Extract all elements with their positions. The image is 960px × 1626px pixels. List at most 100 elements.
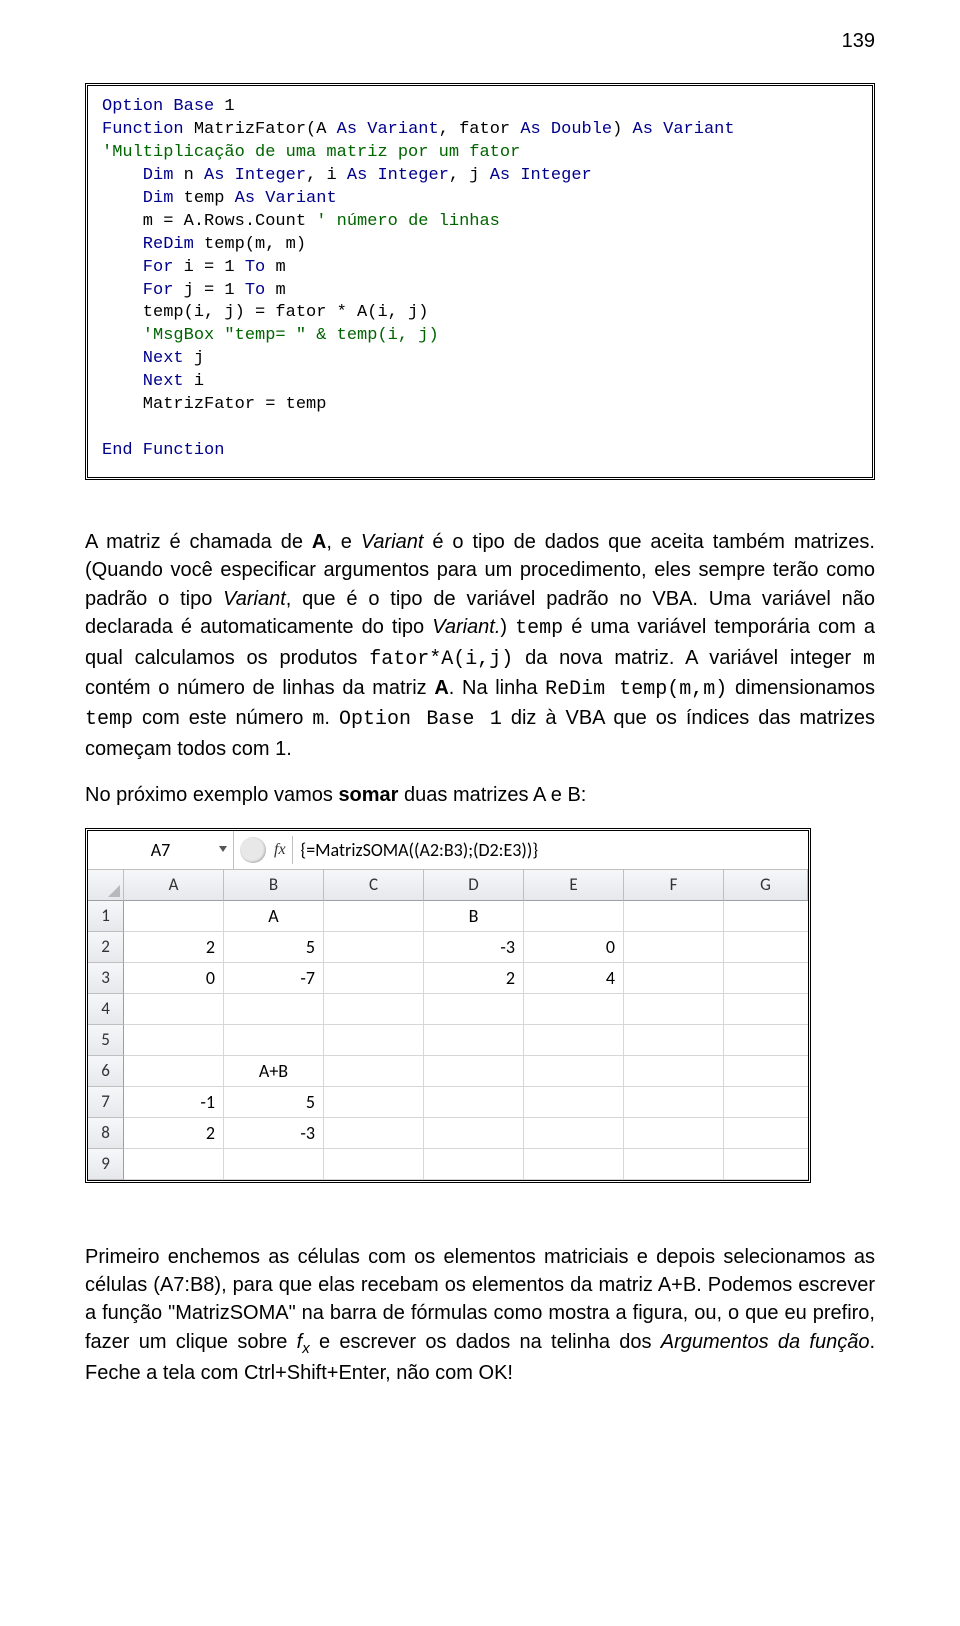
cell[interactable] bbox=[324, 932, 424, 963]
cell[interactable] bbox=[424, 994, 524, 1025]
cell[interactable]: -7 bbox=[224, 963, 324, 994]
cell[interactable] bbox=[124, 901, 224, 932]
row-header[interactable]: 5 bbox=[88, 1025, 124, 1056]
row-header[interactable]: 3 bbox=[88, 963, 124, 994]
code-line: As Integer bbox=[347, 166, 449, 185]
code-line: MatrizFator(A bbox=[184, 120, 337, 139]
cell[interactable]: 2 bbox=[424, 963, 524, 994]
cell[interactable] bbox=[624, 932, 724, 963]
cell[interactable] bbox=[724, 901, 808, 932]
page-number: 139 bbox=[85, 30, 875, 53]
row-header[interactable]: 2 bbox=[88, 932, 124, 963]
cell[interactable] bbox=[424, 1118, 524, 1149]
col-header[interactable]: E bbox=[524, 870, 624, 901]
chevron-down-icon[interactable] bbox=[219, 846, 227, 852]
cell[interactable]: 5 bbox=[224, 932, 324, 963]
fx-icon[interactable]: fx bbox=[274, 841, 286, 859]
code-line: ) bbox=[612, 120, 632, 139]
code-line: For bbox=[102, 281, 173, 300]
cell[interactable] bbox=[524, 1056, 624, 1087]
cell[interactable] bbox=[624, 963, 724, 994]
row-header[interactable]: 8 bbox=[88, 1118, 124, 1149]
cell[interactable] bbox=[624, 994, 724, 1025]
cell[interactable] bbox=[324, 994, 424, 1025]
excel-screenshot: A7 fx {=MatrizSOMA((A2:B3);(D2:E3))} A B… bbox=[85, 828, 811, 1183]
code-line: , j bbox=[449, 166, 490, 185]
col-header[interactable]: D bbox=[424, 870, 524, 901]
cell[interactable] bbox=[724, 1025, 808, 1056]
cell[interactable] bbox=[724, 932, 808, 963]
cell[interactable] bbox=[624, 1056, 724, 1087]
col-header[interactable]: A bbox=[124, 870, 224, 901]
formula-input[interactable]: {=MatrizSOMA((A2:B3);(D2:E3))} bbox=[293, 839, 808, 861]
cell[interactable] bbox=[324, 901, 424, 932]
cell[interactable] bbox=[224, 994, 324, 1025]
cell[interactable] bbox=[524, 1087, 624, 1118]
cell[interactable] bbox=[624, 1118, 724, 1149]
col-header[interactable]: G bbox=[724, 870, 808, 901]
cell[interactable]: -1 bbox=[124, 1087, 224, 1118]
code-comment: 'MsgBox "temp= " & temp(i, j) bbox=[102, 326, 439, 345]
row-header[interactable]: 9 bbox=[88, 1149, 124, 1180]
code-line: MatrizFator = temp bbox=[102, 395, 326, 414]
cell[interactable] bbox=[524, 994, 624, 1025]
cell[interactable] bbox=[424, 1025, 524, 1056]
row-header[interactable]: 7 bbox=[88, 1087, 124, 1118]
cell[interactable] bbox=[624, 1149, 724, 1180]
cell[interactable] bbox=[424, 1149, 524, 1180]
cell[interactable]: -3 bbox=[424, 932, 524, 963]
cell[interactable] bbox=[624, 1025, 724, 1056]
cell[interactable] bbox=[724, 1087, 808, 1118]
cell[interactable] bbox=[224, 1149, 324, 1180]
cell[interactable] bbox=[524, 1025, 624, 1056]
cell[interactable] bbox=[524, 901, 624, 932]
row-header[interactable]: 1 bbox=[88, 901, 124, 932]
col-header[interactable]: B bbox=[224, 870, 324, 901]
cell[interactable] bbox=[724, 963, 808, 994]
select-all-corner[interactable] bbox=[88, 870, 124, 901]
cell[interactable] bbox=[324, 1087, 424, 1118]
cell[interactable]: B bbox=[424, 901, 524, 932]
code-line: Option Base bbox=[102, 97, 214, 116]
cell[interactable] bbox=[624, 1087, 724, 1118]
cell[interactable]: -3 bbox=[224, 1118, 324, 1149]
cell[interactable] bbox=[124, 994, 224, 1025]
row-header[interactable]: 4 bbox=[88, 994, 124, 1025]
row-header[interactable]: 6 bbox=[88, 1056, 124, 1087]
cell[interactable]: 0 bbox=[124, 963, 224, 994]
cell[interactable] bbox=[724, 1056, 808, 1087]
name-box[interactable]: A7 bbox=[88, 831, 234, 869]
cell[interactable]: 2 bbox=[124, 932, 224, 963]
cell[interactable] bbox=[624, 901, 724, 932]
cell[interactable] bbox=[324, 1025, 424, 1056]
cell[interactable] bbox=[724, 1118, 808, 1149]
fx-circle-icon bbox=[240, 837, 266, 863]
cell[interactable]: 2 bbox=[124, 1118, 224, 1149]
cell[interactable] bbox=[124, 1056, 224, 1087]
cell[interactable]: 5 bbox=[224, 1087, 324, 1118]
cell[interactable]: 0 bbox=[524, 932, 624, 963]
cell[interactable] bbox=[324, 1056, 424, 1087]
cell[interactable] bbox=[324, 963, 424, 994]
code-line: ReDim bbox=[102, 235, 194, 254]
col-header[interactable]: C bbox=[324, 870, 424, 901]
formula-bar: A7 fx {=MatrizSOMA((A2:B3);(D2:E3))} bbox=[88, 831, 808, 870]
cell[interactable] bbox=[724, 994, 808, 1025]
code-line: 1 bbox=[214, 97, 234, 116]
cell[interactable] bbox=[124, 1025, 224, 1056]
cell[interactable] bbox=[524, 1149, 624, 1180]
cell[interactable] bbox=[324, 1118, 424, 1149]
cell[interactable] bbox=[224, 1025, 324, 1056]
cell[interactable] bbox=[524, 1118, 624, 1149]
cell[interactable]: 4 bbox=[524, 963, 624, 994]
cell[interactable] bbox=[424, 1056, 524, 1087]
cell[interactable] bbox=[324, 1149, 424, 1180]
code-line: Next bbox=[102, 372, 184, 391]
cell[interactable] bbox=[124, 1149, 224, 1180]
cell[interactable] bbox=[424, 1087, 524, 1118]
cell[interactable]: A+B bbox=[224, 1056, 324, 1087]
cell[interactable]: A bbox=[224, 901, 324, 932]
cell[interactable] bbox=[724, 1149, 808, 1180]
code-comment: ' número de linhas bbox=[316, 212, 500, 231]
col-header[interactable]: F bbox=[624, 870, 724, 901]
